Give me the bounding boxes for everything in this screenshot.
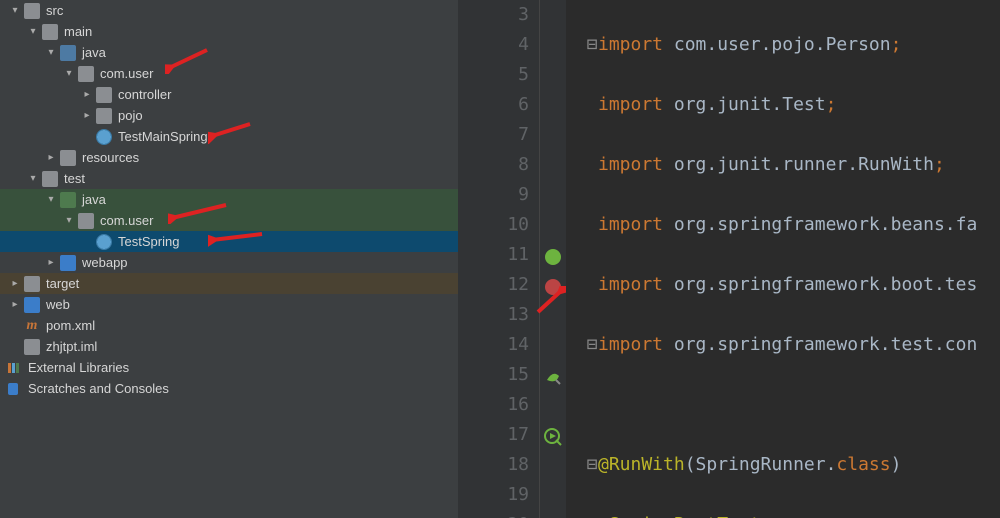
tree-node-java-main[interactable]: ▾ java [0, 42, 458, 63]
line-number: 17 [458, 420, 529, 450]
chevron-right-icon: ▸ [10, 299, 20, 310]
folder-icon [42, 24, 58, 40]
tree-node-pojo[interactable]: ▸ pojo [0, 105, 458, 126]
line-number-gutter: 3 4 5 6 7 8 9 10 11 12 13 14 15 16 17 18… [458, 0, 540, 518]
library-icon [6, 360, 22, 376]
chevron-right-icon: ▸ [82, 110, 92, 121]
scratch-icon [6, 381, 22, 397]
tree-label: TestMainSpring [118, 129, 208, 144]
tree-node-resources[interactable]: ▸ resources [0, 147, 458, 168]
line-number: 19 [458, 480, 529, 510]
iml-file-icon [24, 339, 40, 355]
spring-bean-icon[interactable] [544, 366, 562, 384]
line-number: 8 [458, 150, 529, 180]
tree-node-controller[interactable]: ▸ controller [0, 84, 458, 105]
chevron-right-icon: ▸ [46, 152, 56, 163]
tree-label: zhjtpt.iml [46, 339, 97, 354]
tree-node-java-test[interactable]: ▾ java [0, 189, 458, 210]
tree-node-comuser-test[interactable]: ▾ com.user [0, 210, 458, 231]
line-number: 12 [458, 270, 529, 300]
class-icon [96, 129, 112, 145]
line-number: 13 [458, 300, 529, 330]
web-folder-icon [24, 297, 40, 313]
folder-icon [42, 171, 58, 187]
tree-node-testmainspring[interactable]: TestMainSpring [0, 126, 458, 147]
project-tree-panel[interactable]: ▾ src ▾ main ▾ java ▾ com.user ▸ control… [0, 0, 458, 518]
chevron-right-icon: ▸ [82, 89, 92, 100]
package-icon [96, 87, 112, 103]
chevron-right-icon: ▸ [46, 257, 56, 268]
tree-node-testspring[interactable]: TestSpring [0, 231, 458, 252]
line-number: 7 [458, 120, 529, 150]
error-breakpoint-icon[interactable] [544, 276, 562, 294]
tree-label: controller [118, 87, 171, 102]
tree-node-src[interactable]: ▾ src [0, 0, 458, 21]
test-source-folder-icon [60, 192, 76, 208]
gutter-icons [540, 0, 566, 518]
tree-node-external-libraries[interactable]: External Libraries [0, 357, 458, 378]
tree-node-web[interactable]: ▸ web [0, 294, 458, 315]
tree-label: pojo [118, 108, 143, 123]
package-icon [78, 66, 94, 82]
chevron-down-icon: ▾ [46, 194, 56, 205]
tree-node-target[interactable]: ▸ target [0, 273, 458, 294]
package-icon [96, 108, 112, 124]
tree-label: Scratches and Consoles [28, 381, 169, 396]
tree-node-scratches[interactable]: Scratches and Consoles [0, 378, 458, 399]
code-editor[interactable]: 3 4 5 6 7 8 9 10 11 12 13 14 15 16 17 18… [458, 0, 1000, 518]
tree-label: java [82, 45, 106, 60]
line-number: 20 [458, 510, 529, 518]
tree-node-comuser-main[interactable]: ▾ com.user [0, 63, 458, 84]
tree-label: main [64, 24, 92, 39]
code-text[interactable]: ⊟import com.user.pojo.Person; import org… [566, 0, 1000, 518]
tree-label: TestSpring [118, 234, 179, 249]
chevron-down-icon: ▾ [46, 47, 56, 58]
tree-node-test[interactable]: ▾ test [0, 168, 458, 189]
tree-label: com.user [100, 213, 153, 228]
line-number: 16 [458, 390, 529, 420]
tree-node-iml[interactable]: zhjtpt.iml [0, 336, 458, 357]
tree-label: com.user [100, 66, 153, 81]
folder-icon [24, 3, 40, 19]
line-number: 10 [458, 210, 529, 240]
spring-icon[interactable] [544, 246, 562, 264]
maven-icon: m [24, 318, 40, 334]
tree-label: webapp [82, 255, 128, 270]
resources-folder-icon [60, 150, 76, 166]
chevron-down-icon: ▾ [28, 173, 38, 184]
line-number: 6 [458, 90, 529, 120]
tree-node-webapp[interactable]: ▸ webapp [0, 252, 458, 273]
line-number: 14 [458, 330, 529, 360]
web-folder-icon [60, 255, 76, 271]
tree-label: src [46, 3, 63, 18]
line-number: 5 [458, 60, 529, 90]
line-number: 4 [458, 30, 529, 60]
source-folder-icon [60, 45, 76, 61]
chevron-right-icon: ▸ [10, 278, 20, 289]
line-number: 3 [458, 0, 529, 30]
chevron-down-icon: ▾ [28, 26, 38, 37]
chevron-down-icon: ▾ [64, 215, 74, 226]
line-number: 9 [458, 180, 529, 210]
line-number: 15 [458, 360, 529, 390]
tree-label: test [64, 171, 85, 186]
package-icon [78, 213, 94, 229]
tree-label: java [82, 192, 106, 207]
class-icon [96, 234, 112, 250]
tree-node-pom[interactable]: m pom.xml [0, 315, 458, 336]
line-number: 11 [458, 240, 529, 270]
line-number: 18 [458, 450, 529, 480]
tree-label: target [46, 276, 79, 291]
tree-label: web [46, 297, 70, 312]
tree-label: resources [82, 150, 139, 165]
tree-node-main[interactable]: ▾ main [0, 21, 458, 42]
run-test-icon[interactable] [544, 426, 562, 444]
tree-label: pom.xml [46, 318, 95, 333]
tree-label: External Libraries [28, 360, 129, 375]
chevron-down-icon: ▾ [10, 5, 20, 16]
folder-icon [24, 276, 40, 292]
chevron-down-icon: ▾ [64, 68, 74, 79]
